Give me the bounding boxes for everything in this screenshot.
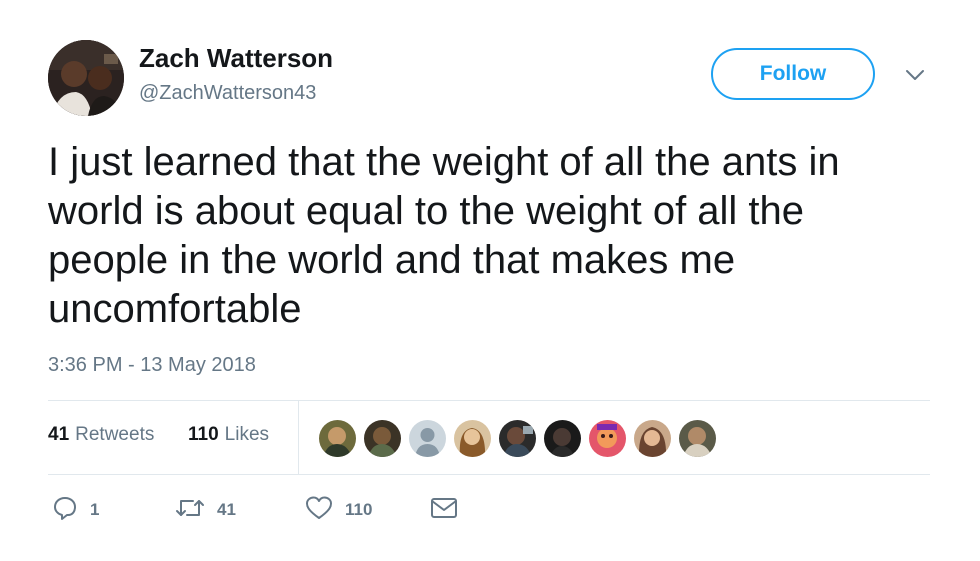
retweets-label: Retweets (75, 424, 155, 445)
likes-label: Likes (224, 424, 270, 445)
chevron-down-icon[interactable] (904, 64, 926, 86)
retweets-count: 41 (48, 424, 70, 445)
default-avatar-icon[interactable] (408, 419, 447, 458)
stats-vertical-divider (298, 401, 299, 474)
liker-avatar[interactable] (318, 419, 357, 458)
liker-avatar[interactable] (633, 419, 672, 458)
tweet-text: I just learned that the weight of all th… (48, 140, 840, 331)
stats-divider-top (48, 400, 930, 401)
liker-avatar[interactable] (678, 419, 717, 458)
liker-avatar[interactable] (498, 419, 537, 458)
stats-divider-bottom (48, 474, 930, 475)
reply-icon (52, 495, 78, 526)
direct-message-button[interactable] (430, 496, 458, 524)
like-count: 110 (345, 500, 373, 519)
liker-avatar[interactable] (543, 419, 582, 458)
author-display-name[interactable]: Zach Watterson (139, 43, 333, 74)
like-button[interactable]: 110 (305, 496, 372, 524)
retweet-button[interactable]: 41 (175, 496, 236, 524)
heart-icon (305, 495, 333, 526)
retweets-stat[interactable]: 41 Retweets (48, 424, 154, 446)
reply-button[interactable]: 1 (52, 496, 99, 524)
author-screen-name[interactable]: @ZachWatterson43 (139, 82, 316, 105)
liker-avatar[interactable] (363, 419, 402, 458)
reply-count: 1 (90, 500, 100, 519)
retweet-count: 41 (217, 500, 236, 519)
author-avatar[interactable] (48, 40, 124, 116)
liker-avatar[interactable] (588, 419, 627, 458)
tweet-timestamp[interactable]: 3:36 PM - 13 May 2018 (48, 354, 256, 377)
follow-button[interactable]: Follow (711, 48, 875, 100)
likes-count: 110 (188, 424, 219, 445)
likes-stat[interactable]: 110 Likes (188, 424, 269, 446)
envelope-icon (430, 496, 458, 525)
retweet-icon (175, 495, 205, 526)
liker-avatar[interactable] (453, 419, 492, 458)
